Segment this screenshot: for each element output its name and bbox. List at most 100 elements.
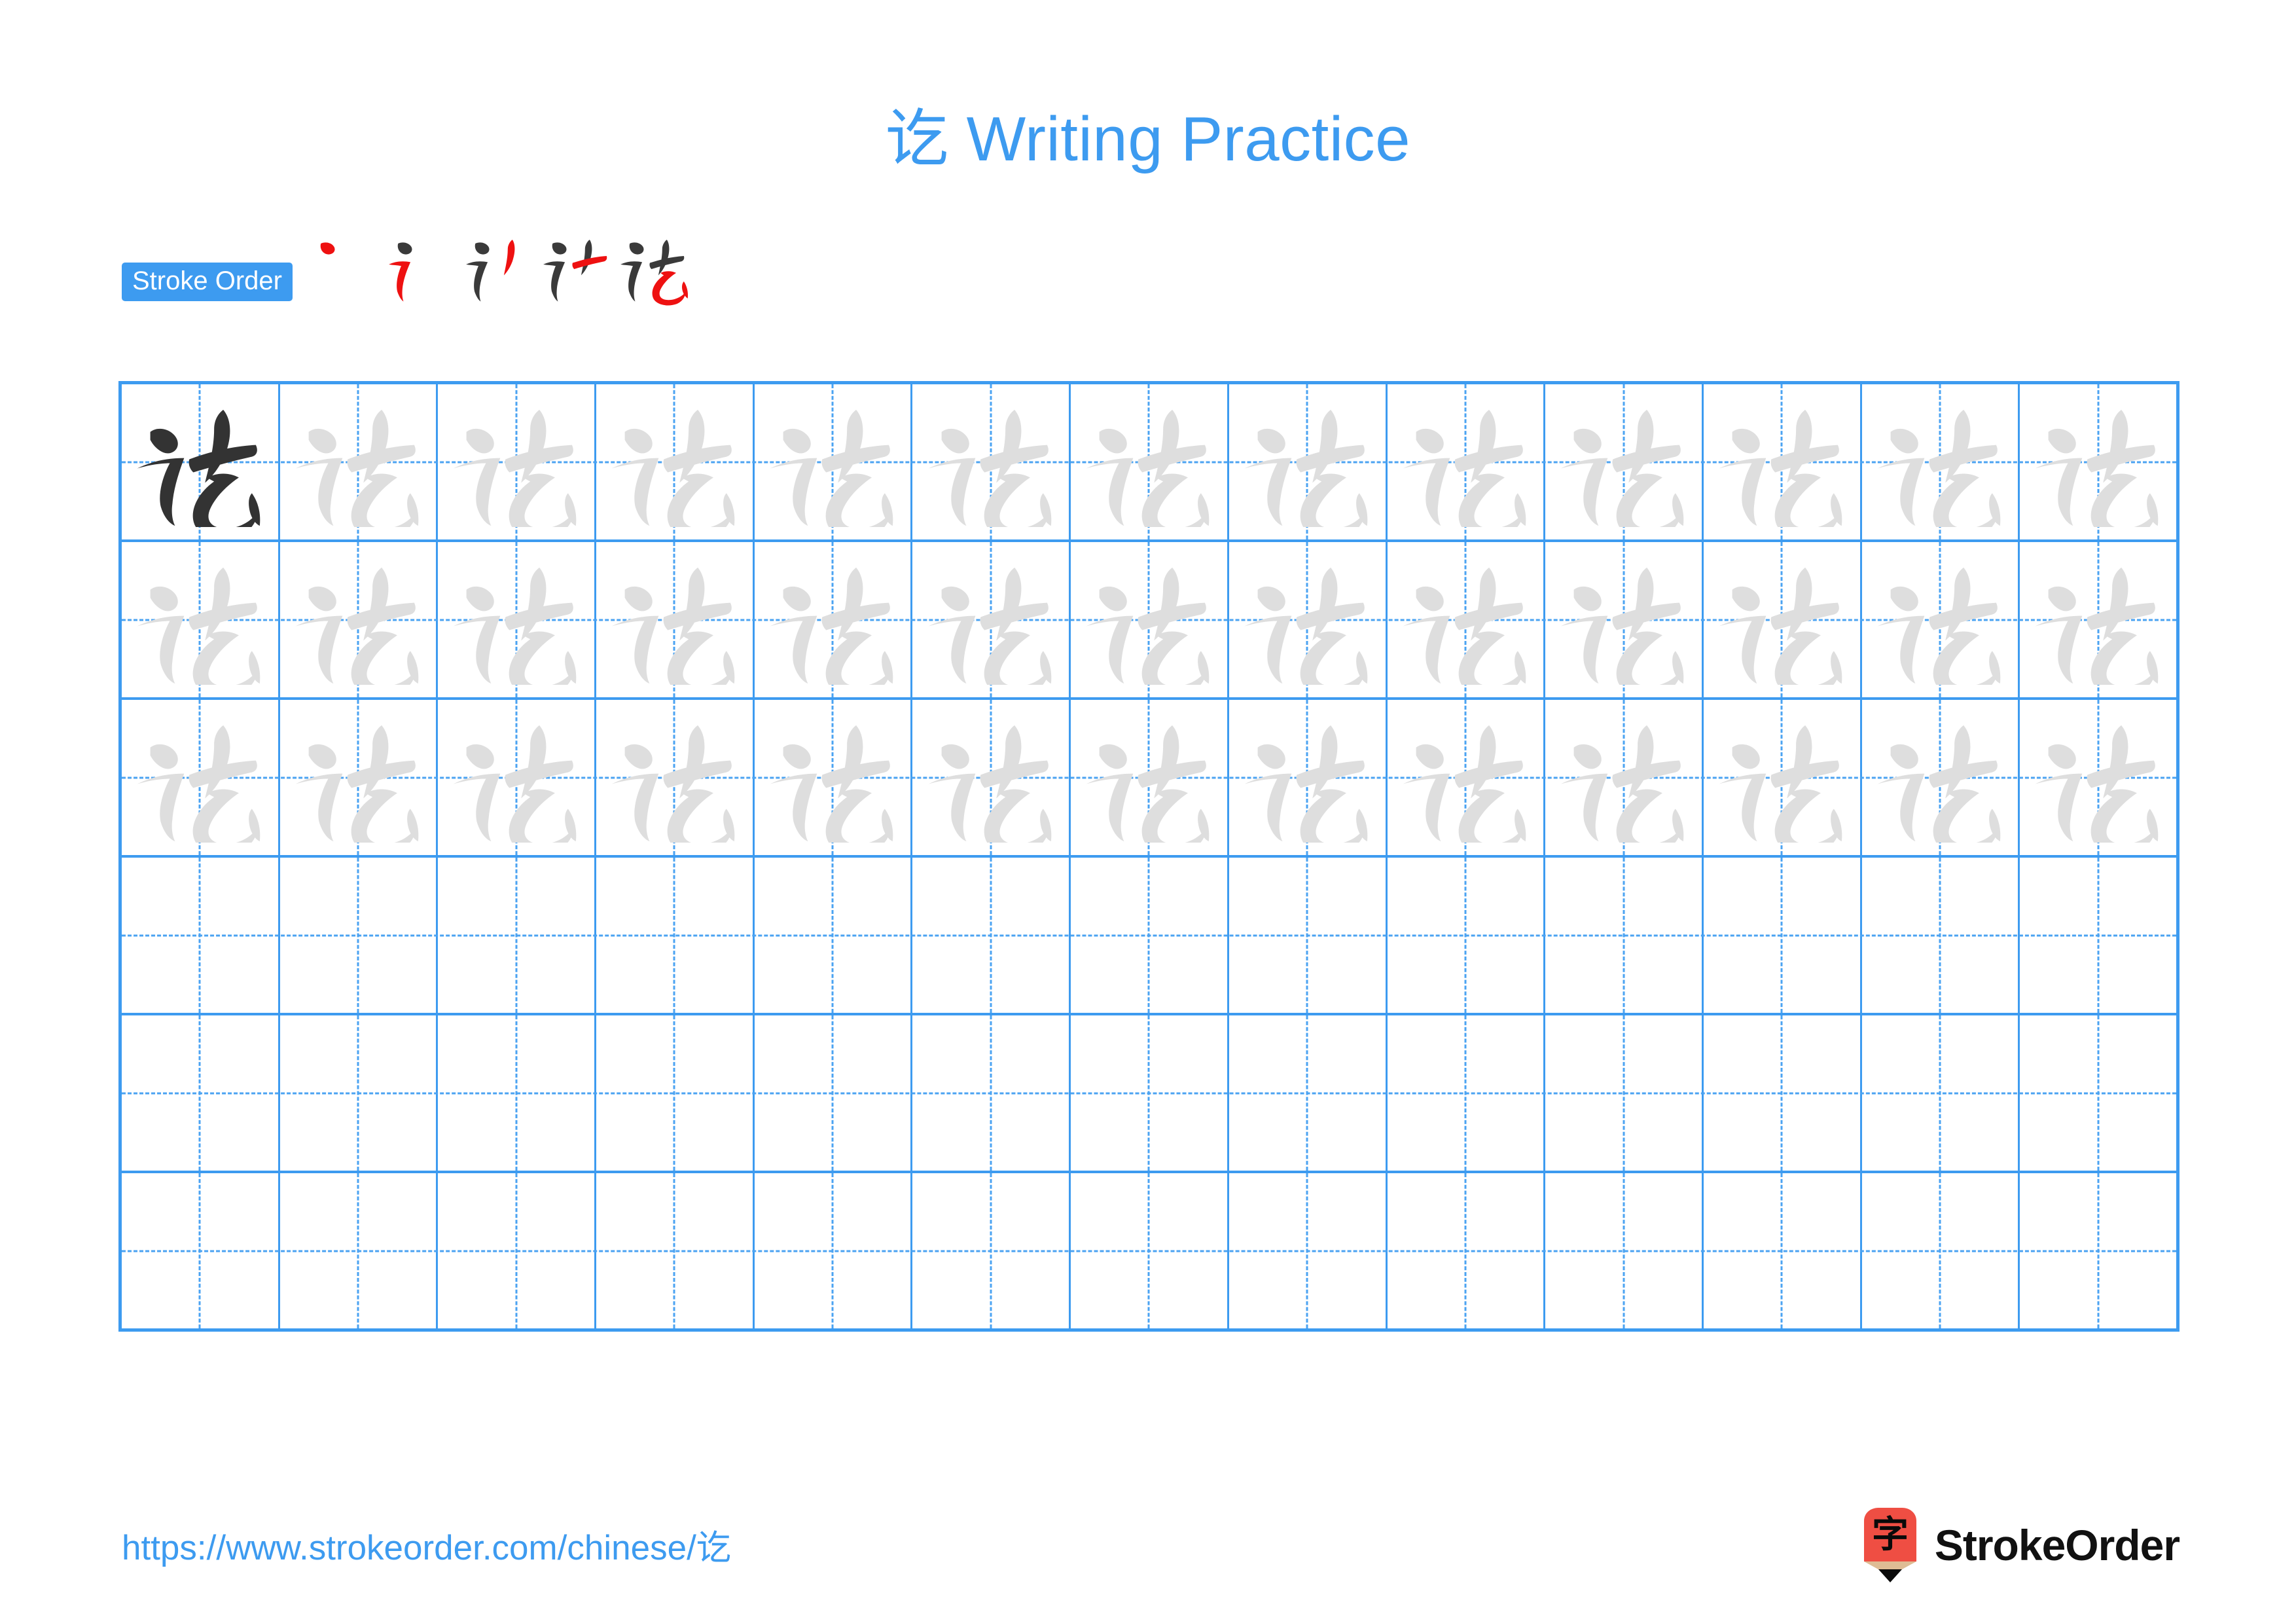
trace-character [2020, 542, 2176, 697]
practice-cell-trace[interactable] [122, 542, 280, 697]
footer-url-prefix: https://www.strokeorder.com/chinese/ [122, 1529, 696, 1567]
trace-character [1071, 384, 1227, 539]
practice-cell-trace[interactable] [1071, 700, 1229, 855]
practice-cell-trace[interactable] [912, 700, 1071, 855]
practice-cell-blank[interactable] [912, 1173, 1071, 1328]
practice-cell-blank[interactable] [280, 1173, 439, 1328]
practice-cell-trace[interactable] [1862, 384, 2020, 539]
practice-cell-blank[interactable] [1229, 1173, 1388, 1328]
trace-character [1862, 542, 2018, 697]
practice-cell-blank[interactable] [1071, 858, 1229, 1013]
page-title-suffix: Writing Practice [948, 104, 1411, 174]
stroke-step-5 [616, 230, 693, 308]
trace-character [1862, 384, 2018, 539]
practice-cell-trace[interactable] [1071, 542, 1229, 697]
practice-cell-blank[interactable] [755, 858, 913, 1013]
practice-cell-trace[interactable] [1388, 384, 1546, 539]
practice-cell-blank[interactable] [755, 1015, 913, 1171]
trace-character [596, 700, 753, 855]
trace-character [1071, 542, 1227, 697]
practice-cell-blank[interactable] [755, 1173, 913, 1328]
stroke-order-steps [307, 240, 693, 308]
practice-cell-blank[interactable] [596, 1173, 755, 1328]
practice-cell-trace[interactable] [280, 384, 439, 539]
practice-cell-blank[interactable] [1388, 1173, 1546, 1328]
practice-cell-blank[interactable] [1862, 1173, 2020, 1328]
practice-cell-trace[interactable] [2020, 384, 2176, 539]
practice-cell-blank[interactable] [122, 1015, 280, 1171]
practice-cell-blank[interactable] [280, 1015, 439, 1171]
practice-cell-trace[interactable] [1545, 384, 1704, 539]
practice-cell-trace[interactable] [1704, 384, 1862, 539]
practice-cell-trace[interactable] [1388, 700, 1546, 855]
practice-cell-blank[interactable] [2020, 858, 2176, 1013]
practice-cell-blank[interactable] [596, 858, 755, 1013]
trace-character [1704, 542, 1860, 697]
practice-cell-blank[interactable] [1704, 1015, 1862, 1171]
practice-cell-trace[interactable] [1704, 700, 1862, 855]
practice-cell-blank[interactable] [1862, 858, 2020, 1013]
practice-cell-blank[interactable] [2020, 1015, 2176, 1171]
practice-cell-blank[interactable] [1545, 858, 1704, 1013]
practice-cell-blank[interactable] [1704, 1173, 1862, 1328]
practice-cell-trace[interactable] [596, 700, 755, 855]
practice-cell-blank[interactable] [438, 858, 597, 1013]
practice-cell-blank[interactable] [2020, 1173, 2176, 1328]
trace-character [2020, 700, 2176, 855]
trace-character [438, 542, 594, 697]
practice-cell-trace[interactable] [912, 384, 1071, 539]
practice-cell-trace[interactable] [1862, 700, 2020, 855]
practice-cell-blank[interactable] [438, 1015, 597, 1171]
practice-cell-trace[interactable] [1545, 700, 1704, 855]
practice-cell-blank[interactable] [1545, 1015, 1704, 1171]
practice-cell-trace[interactable] [1388, 542, 1546, 697]
practice-cell-blank[interactable] [1229, 858, 1388, 1013]
practice-cell-blank[interactable] [1862, 1015, 2020, 1171]
practice-cell-trace[interactable] [755, 542, 913, 697]
trace-character [912, 700, 1069, 855]
practice-cell-trace[interactable] [438, 384, 597, 539]
practice-cell-blank[interactable] [1545, 1173, 1704, 1328]
practice-cell-blank[interactable] [122, 1173, 280, 1328]
practice-cell-trace[interactable] [280, 700, 439, 855]
practice-cell-trace[interactable] [755, 384, 913, 539]
practice-cell-blank[interactable] [912, 1015, 1071, 1171]
practice-grid-row [122, 1015, 2176, 1173]
trace-character [1862, 700, 2018, 855]
practice-cell-trace[interactable] [280, 542, 439, 697]
practice-cell-trace[interactable] [1704, 542, 1862, 697]
practice-cell-model[interactable] [122, 384, 280, 539]
practice-cell-blank[interactable] [1071, 1173, 1229, 1328]
practice-cell-trace[interactable] [2020, 542, 2176, 697]
practice-cell-blank[interactable] [438, 1173, 597, 1328]
practice-cell-trace[interactable] [1229, 542, 1388, 697]
practice-cell-trace[interactable] [1545, 542, 1704, 697]
practice-cell-trace[interactable] [596, 542, 755, 697]
practice-cell-blank[interactable] [1071, 1015, 1229, 1171]
footer-url-character: 讫 [696, 1528, 731, 1568]
practice-cell-trace[interactable] [1071, 384, 1229, 539]
stroke-step-1 [307, 230, 384, 308]
practice-cell-trace[interactable] [596, 384, 755, 539]
page-title-character: 讫 [885, 102, 949, 175]
practice-cell-blank[interactable] [1704, 858, 1862, 1013]
practice-cell-trace[interactable] [2020, 700, 2176, 855]
practice-cell-trace[interactable] [1229, 700, 1388, 855]
footer-url[interactable]: https://www.strokeorder.com/chinese/讫 [122, 1520, 731, 1570]
practice-cell-trace[interactable] [912, 542, 1071, 697]
practice-cell-trace[interactable] [122, 700, 280, 855]
practice-cell-blank[interactable] [596, 1015, 755, 1171]
practice-cell-trace[interactable] [1862, 542, 2020, 697]
practice-cell-trace[interactable] [438, 542, 597, 697]
practice-cell-trace[interactable] [438, 700, 597, 855]
practice-cell-blank[interactable] [280, 858, 439, 1013]
practice-cell-trace[interactable] [755, 700, 913, 855]
trace-character [1229, 384, 1386, 539]
practice-cell-trace[interactable] [1229, 384, 1388, 539]
practice-cell-blank[interactable] [1388, 1015, 1546, 1171]
practice-cell-blank[interactable] [1229, 1015, 1388, 1171]
practice-cell-blank[interactable] [122, 858, 280, 1013]
practice-cell-blank[interactable] [912, 858, 1071, 1013]
trace-character [122, 700, 278, 855]
practice-cell-blank[interactable] [1388, 858, 1546, 1013]
